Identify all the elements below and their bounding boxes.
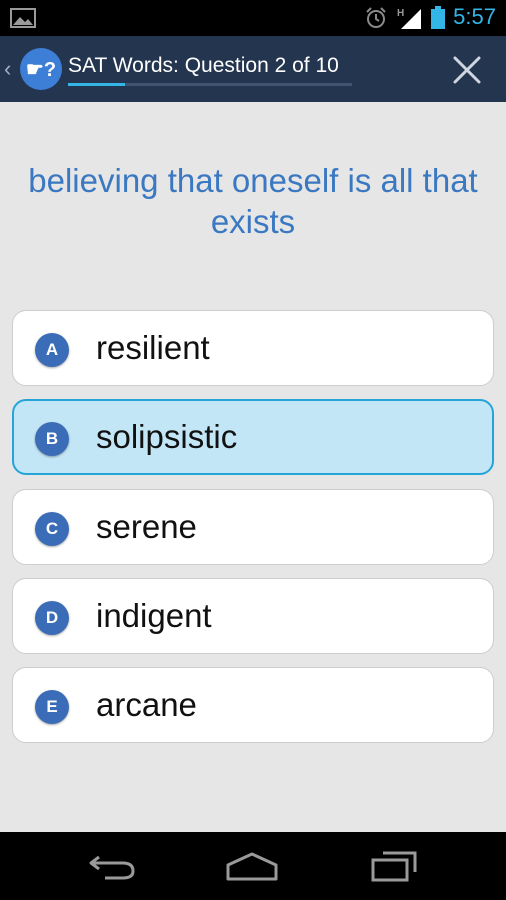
recents-icon: [371, 851, 417, 882]
question-progress-bar: [68, 83, 352, 86]
back-icon: [89, 855, 135, 880]
app-logo-icon[interactable]: ☛?: [20, 48, 62, 90]
action-bar: ‹ ☛? SAT Words: Question 2 of 10: [0, 36, 506, 102]
answer-letter-badge: B: [35, 422, 69, 456]
close-icon: [453, 56, 481, 84]
answer-option-a[interactable]: A resilient: [12, 310, 494, 386]
answer-option-d[interactable]: D indigent: [12, 578, 494, 654]
answer-word: solipsistic: [96, 418, 238, 455]
answer-letter-badge: A: [35, 333, 69, 367]
home-icon: [226, 852, 278, 881]
answer-letter-badge: C: [35, 512, 69, 546]
answer-word: serene: [96, 508, 197, 545]
picture-icon: [10, 8, 36, 33]
clock-time: 5:57: [453, 4, 496, 29]
question-text: believing that oneself is all that exist…: [28, 162, 478, 240]
status-bar: H 5:57: [0, 0, 506, 36]
answer-option-b[interactable]: B solipsistic: [12, 399, 494, 475]
answer-word: indigent: [96, 597, 212, 634]
answer-letter-badge: E: [35, 690, 69, 724]
signal-icon: H: [397, 6, 423, 35]
page-title: SAT Words: Question 2 of 10: [68, 54, 339, 77]
answer-word: resilient: [96, 329, 210, 366]
answer-word: arcane: [96, 686, 197, 723]
home-button[interactable]: [222, 848, 282, 884]
alarm-icon: [364, 6, 388, 35]
answer-option-c[interactable]: C serene: [12, 489, 494, 565]
quiz-content: believing that oneself is all that exist…: [0, 102, 506, 832]
answer-letter-badge: D: [35, 601, 69, 635]
close-button[interactable]: [448, 52, 486, 88]
battery-icon: [430, 6, 446, 35]
up-chevron-icon[interactable]: ‹: [4, 56, 11, 82]
network-type: H: [397, 8, 404, 19]
system-nav-bar: [0, 832, 506, 900]
back-button[interactable]: [82, 848, 142, 884]
question-progress-fill: [68, 83, 125, 86]
answer-option-e[interactable]: E arcane: [12, 667, 494, 743]
recents-button[interactable]: [364, 848, 424, 884]
